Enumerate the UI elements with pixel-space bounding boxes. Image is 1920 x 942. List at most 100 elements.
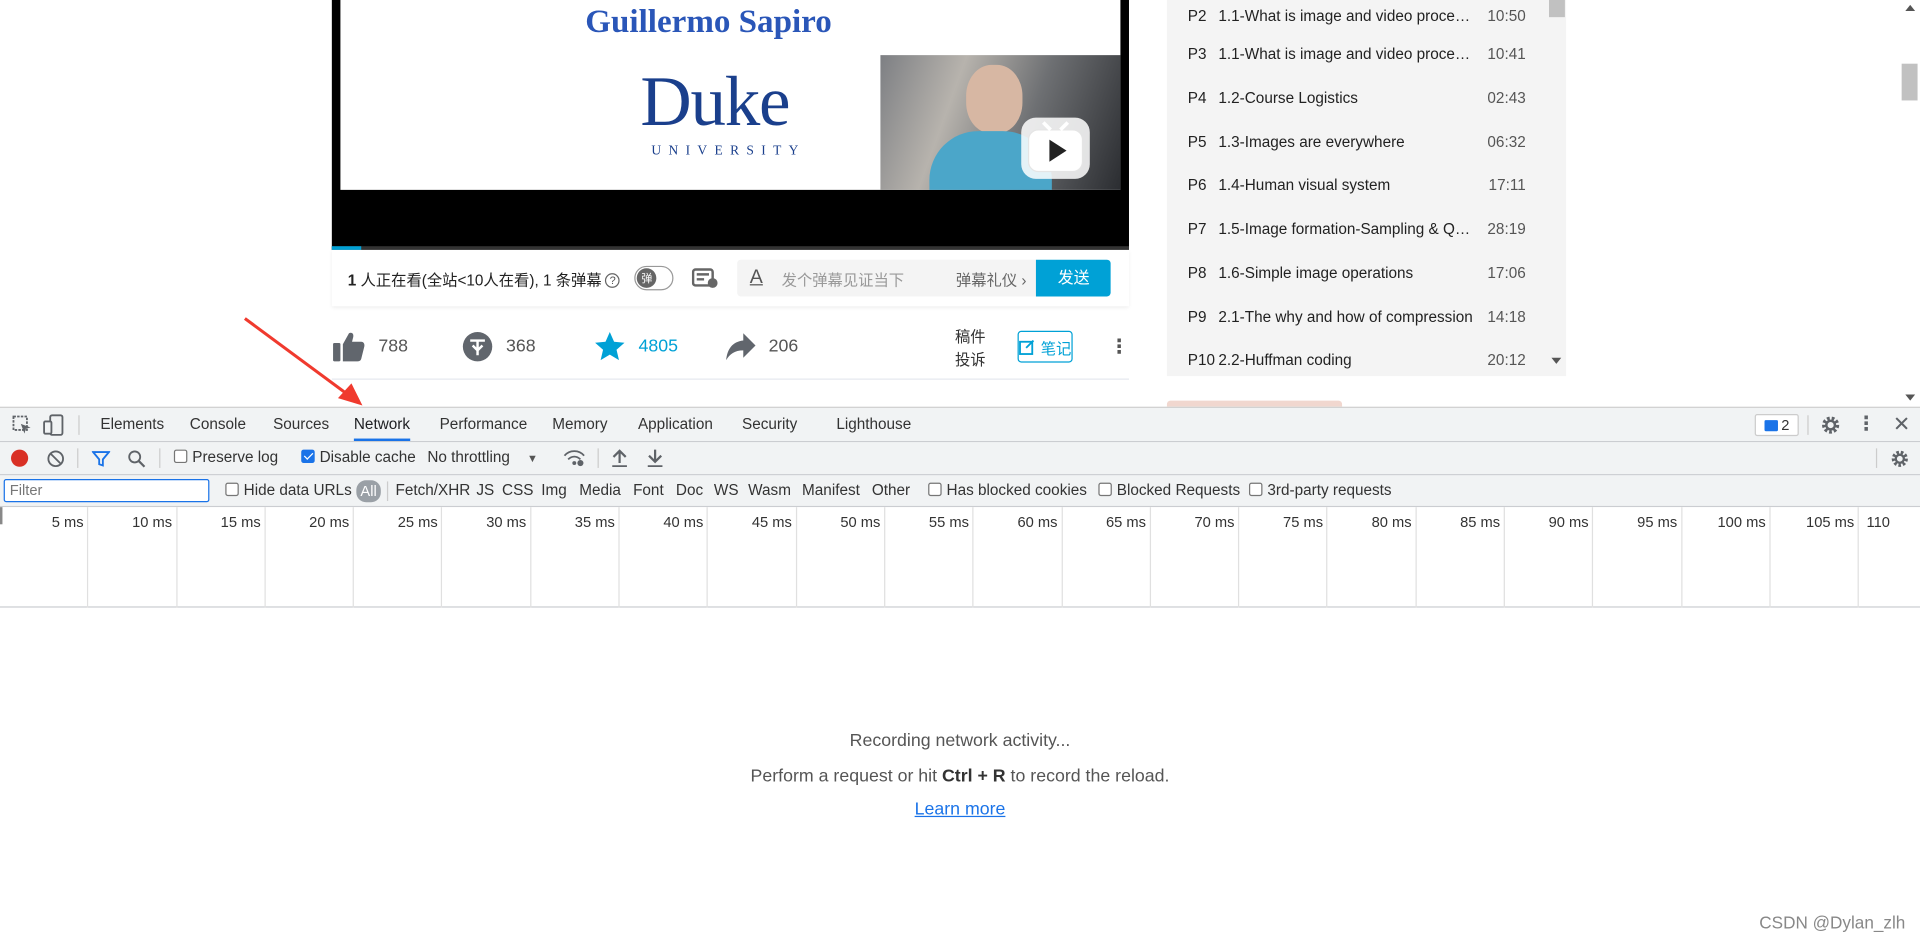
timeline-tick: 70 ms	[1151, 507, 1240, 608]
playlist-item-title: 1.1-What is image and video processing	[1218, 7, 1482, 25]
timeline-tick: 5 ms	[0, 507, 89, 608]
timeline-tick-label: 95 ms	[1637, 513, 1678, 531]
video-player[interactable]: Guillermo Sapiro Duke UNIVERSITY	[331, 0, 1129, 250]
timeline-tick-label: 55 ms	[928, 513, 969, 531]
note-button[interactable]: 笔记	[1017, 330, 1073, 363]
tab-console[interactable]: Console	[190, 408, 246, 441]
learn-more-link[interactable]: Learn more	[0, 800, 1920, 820]
more-menu-icon[interactable]: ⋮	[1109, 334, 1129, 359]
import-har-icon[interactable]	[611, 448, 628, 468]
timeline-tick-label: 10 ms	[132, 513, 173, 531]
filter-type-manifest[interactable]: Manifest	[802, 481, 860, 498]
playlist-item-duration: 10:41	[1487, 45, 1526, 63]
danmaku-input-placeholder: 发个弹幕见证当下	[781, 271, 905, 289]
timeline-tick-label: 15 ms	[220, 513, 261, 531]
send-button[interactable]: 发送	[1036, 259, 1112, 297]
playlist-item[interactable]: P6 1.4-Human visual system 17:11	[1167, 163, 1547, 207]
share-button[interactable]: 206	[725, 332, 798, 361]
playlist-item-index: P2	[1187, 7, 1207, 25]
timeline-tick: 55 ms	[885, 507, 974, 608]
customize-menu-icon[interactable]: ⋮	[1855, 414, 1877, 436]
blocked-requests-checkbox[interactable]: Blocked Requests	[1098, 481, 1240, 499]
tab-lighthouse[interactable]: Lighthouse	[836, 408, 911, 441]
hide-data-urls-checkbox[interactable]: Hide data URLs	[225, 481, 352, 499]
close-devtools-icon[interactable]: ✕	[1891, 413, 1913, 436]
network-settings-gear-icon[interactable]	[1889, 448, 1910, 469]
help-icon[interactable]: ?	[605, 273, 620, 289]
issues-counter[interactable]: 2	[1754, 414, 1799, 437]
playlist-item[interactable]: P5 1.3-Images are everywhere 06:32	[1167, 120, 1547, 164]
network-overview-timeline[interactable]: 5 ms 10 ms 15 ms 20 ms 25 ms 30 ms 35 ms 40 ms 4…	[0, 507, 1920, 608]
filter-icon[interactable]	[91, 450, 111, 468]
devtools-panel: Elements Console Sources Network Performance…	[0, 406, 1920, 942]
divider	[331, 378, 1129, 380]
like-button[interactable]: 788	[332, 331, 408, 363]
filter-type-wasm[interactable]: Wasm	[748, 481, 791, 498]
watermark: CSDN @Dylan_zlh	[1759, 912, 1906, 933]
danmaku-input[interactable]: A 发个弹幕见证当下 弹幕礼仪 ›	[737, 259, 1037, 297]
third-party-requests-checkbox[interactable]: 3rd-party requests	[1248, 481, 1392, 499]
playlist-item[interactable]: P7 1.5-Image formation-Sampling & Quantiz…	[1167, 207, 1547, 251]
playlist-item[interactable]: P10 2.2-Huffman coding 20:12	[1167, 338, 1547, 376]
preserve-log-checkbox[interactable]: Preserve log	[173, 448, 278, 466]
throttling-select[interactable]: No throttling ▼	[427, 448, 538, 465]
play-icon[interactable]	[1021, 117, 1090, 179]
report-link[interactable]: 稿件投诉	[955, 323, 992, 370]
timeline-tick: 65 ms	[1062, 507, 1151, 608]
tab-network[interactable]: Network	[353, 408, 411, 441]
text-style-icon[interactable]: A	[750, 267, 772, 289]
timeline-tick-label: 20 ms	[309, 513, 350, 531]
record-button[interactable]	[11, 449, 29, 467]
filter-type-js[interactable]: JS	[476, 481, 494, 498]
disable-cache-checkbox[interactable]: Disable cache	[301, 448, 416, 466]
filter-type-ws[interactable]: WS	[714, 481, 739, 498]
danmaku-settings-icon[interactable]	[692, 267, 719, 289]
message-icon	[1764, 419, 1778, 431]
network-conditions-icon[interactable]	[563, 448, 585, 468]
timeline-tick-label: 65 ms	[1105, 513, 1146, 531]
tab-security[interactable]: Security	[742, 408, 797, 441]
has-blocked-cookies-checkbox[interactable]: Has blocked cookies	[928, 481, 1087, 499]
clear-icon[interactable]	[47, 450, 65, 468]
tab-memory[interactable]: Memory	[552, 408, 607, 441]
page-scrollbar[interactable]	[1899, 0, 1920, 407]
filter-type-media[interactable]: Media	[579, 481, 621, 498]
tab-performance[interactable]: Performance	[440, 408, 528, 441]
playlist-item-index: P5	[1187, 133, 1207, 151]
tab-elements[interactable]: Elements	[100, 408, 164, 441]
danmaku-etiquette-link[interactable]: 弹幕礼仪 ›	[956, 266, 1027, 289]
filter-type-fetch-xhr[interactable]: Fetch/XHR	[396, 481, 471, 498]
timeline-tick: 90 ms	[1505, 507, 1594, 608]
tab-sources[interactable]: Sources	[273, 408, 329, 441]
playlist-item[interactable]: P4 1.2-Course Logistics 02:43	[1167, 76, 1547, 120]
tab-application[interactable]: Application	[638, 408, 713, 441]
playlist-item[interactable]: P3 1.1-What is image and video processing…	[1167, 32, 1547, 76]
playlist-item[interactable]: P9 2.1-The why and how of compression 14:1…	[1167, 295, 1547, 339]
coin-button[interactable]: 368	[462, 331, 536, 363]
timeline-tick-label: 40 ms	[663, 513, 704, 531]
filter-type-doc[interactable]: Doc	[676, 481, 703, 498]
playlist-item[interactable]: P8 1.6-Simple image operations 17:06	[1167, 251, 1547, 295]
danmaku-toggle[interactable]: 弹	[634, 265, 674, 291]
favorite-button[interactable]: 4805	[594, 331, 678, 363]
filter-type-img[interactable]: Img	[541, 481, 567, 498]
export-har-icon[interactable]	[647, 448, 664, 468]
device-toolbar-icon[interactable]	[43, 414, 65, 436]
timeline-tick: 30 ms	[443, 507, 532, 608]
timeline-tick: 50 ms	[797, 507, 886, 608]
playlist-item-title: 1.3-Images are everywhere	[1218, 133, 1405, 151]
playlist-item-duration: 28:19	[1487, 220, 1526, 238]
timeline-tick: 25 ms	[354, 507, 443, 608]
filter-type-css[interactable]: CSS	[502, 481, 533, 498]
playlist-scrollbar[interactable]	[1547, 0, 1567, 377]
search-icon[interactable]	[127, 450, 146, 468]
filter-input[interactable]: Filter	[3, 478, 210, 503]
settings-gear-icon[interactable]	[1820, 414, 1842, 436]
filter-type-font[interactable]: Font	[633, 481, 664, 498]
playlist-item-duration: 06:32	[1487, 133, 1526, 151]
filter-type-other[interactable]: Other	[872, 481, 910, 498]
playlist-item-duration: 02:43	[1487, 89, 1526, 107]
inspect-element-icon[interactable]	[11, 414, 33, 436]
timeline-tick: 110	[1859, 507, 1920, 607]
filter-type-all[interactable]: All	[356, 480, 381, 503]
